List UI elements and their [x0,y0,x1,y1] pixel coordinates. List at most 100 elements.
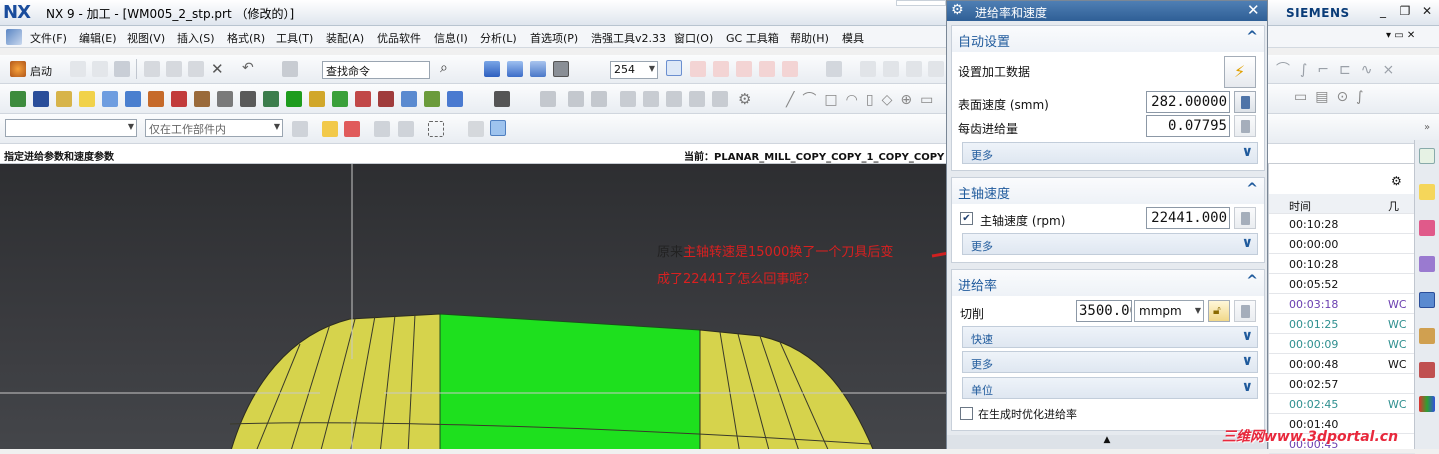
mdi-controls[interactable]: ▾ ▭ ✕ [1386,30,1415,41]
mfg-icon-18[interactable] [401,91,417,107]
menu-haoqiang[interactable]: 浩强工具v2.33 [591,30,666,46]
control-point-icon[interactable] [736,61,752,77]
select-settings-icon[interactable] [292,121,308,137]
table-row[interactable]: 00:10:28 [1269,254,1415,274]
dialog-collapse-bar[interactable]: ▲ [947,435,1267,449]
delete-icon[interactable]: ✕ [211,60,224,78]
find-command-input[interactable]: 查找命令 [322,61,430,79]
feature-icon-4[interactable] [906,61,922,77]
cut-feed-input[interactable]: 3500.0000 [1076,300,1132,322]
mfg-icon-17[interactable] [378,91,394,107]
mfg-icon-20[interactable] [447,91,463,107]
undo-icon[interactable]: ↶ [242,60,254,76]
surface-speed-calc-button[interactable] [1234,91,1256,113]
resource-tab-operation-icon[interactable] [1419,292,1435,308]
cut-icon[interactable] [144,61,160,77]
mfg-icon-7[interactable] [148,91,164,107]
table-row[interactable]: 00:01:25 WC [1269,314,1415,334]
rect-select-icon[interactable] [428,121,444,137]
gear-icon[interactable]: ⚙ [951,2,964,18]
search-icon[interactable]: ⌕ [440,60,448,76]
resource-tab-palette-icon[interactable] [1419,396,1435,412]
table-row[interactable]: 00:03:18 WC [1269,294,1415,314]
mfg-icon-8[interactable] [171,91,187,107]
table-row[interactable]: 00:02:45 WC [1269,394,1415,414]
spindle-speed-header[interactable]: 主轴速度 ^ [952,178,1264,204]
menu-window[interactable]: 窗口(O) [674,30,713,46]
mfg-icon-6[interactable] [125,91,141,107]
menu-youpin[interactable]: 优品软件 [377,30,421,46]
cube-view-icon[interactable] [530,61,546,77]
table-row[interactable]: 00:00:00 [1269,234,1415,254]
auto-settings-header[interactable]: 自动设置 ^ [952,26,1264,52]
print-icon[interactable] [494,91,510,107]
layer-icon[interactable] [568,91,584,107]
save-icon[interactable] [114,61,130,77]
menu-gc-toolbox[interactable]: GC 工具箱 [726,30,779,46]
spindle-speed-calc-button[interactable] [1234,207,1256,229]
open-file-icon[interactable] [92,61,108,77]
menu-file[interactable]: 文件(F) [30,30,67,46]
resource-tab-assembly-icon[interactable] [1419,184,1435,200]
table-row[interactable]: 00:00:09 WC [1269,334,1415,354]
table-row[interactable]: 00:10:28 [1269,214,1415,234]
gear-icon[interactable]: ⚙ [738,90,751,108]
mfg-icon-2[interactable] [33,91,49,107]
select-tool-icon[interactable] [374,121,390,137]
mfg-icon-19[interactable] [424,91,440,107]
surface-tools-icons[interactable]: ▭▤⊙∫ [1294,89,1371,105]
view-icon-3[interactable] [666,91,682,107]
feature-icon-2[interactable] [860,61,876,77]
center-point-icon[interactable] [782,61,798,77]
set-machining-data-button[interactable]: ⚡ [1224,56,1256,88]
toolbar-overflow-icon[interactable]: » [1424,122,1430,133]
display-icon[interactable] [468,121,484,137]
mfg-icon-14[interactable] [309,91,325,107]
spindle-more-expander[interactable]: 更多 ∨ [962,233,1258,255]
view-icon-1[interactable] [620,91,636,107]
intersection-icon[interactable] [759,61,775,77]
spindle-speed-input[interactable]: 22441.000 [1146,207,1230,229]
mfg-icon-15[interactable] [332,91,348,107]
mfg-icon-3[interactable] [56,91,72,107]
menu-analysis[interactable]: 分析(L) [480,30,517,46]
resource-tab-1-icon[interactable] [1419,148,1435,164]
feed-more-expander[interactable]: 更多 ∨ [962,351,1258,373]
start-icon[interactable] [10,61,26,77]
color-swatch-icon[interactable] [553,61,569,77]
resource-tab-roles-icon[interactable] [1419,362,1435,378]
table-row[interactable]: 00:00:48 WC [1269,354,1415,374]
menu-preferences[interactable]: 首选项(P) [530,30,578,46]
mfg-icon-13[interactable] [286,91,302,107]
mfg-icon-4[interactable] [79,91,95,107]
scope-select[interactable]: 仅在工作部件内 ▼ [145,119,283,137]
mfg-icon-11[interactable] [240,91,256,107]
table-row[interactable]: 00:02:57 [1269,374,1415,394]
app-menu-icon[interactable] [6,29,22,45]
feed-per-tooth-input[interactable]: 0.07795 [1146,115,1230,137]
resource-tab-part-icon[interactable] [1419,220,1435,236]
paste-icon[interactable] [188,61,204,77]
curve-tools-icons[interactable]: ╱⌒□◠▯◇⊕▭ [786,89,941,109]
shaded-cube-icon[interactable] [484,61,500,77]
feed-lock-button[interactable]: 🔓︎ [1208,300,1230,322]
view-icon-2[interactable] [643,91,659,107]
menu-tools[interactable]: 工具(T) [276,30,313,46]
menu-insert[interactable]: 插入(S) [177,30,215,46]
shade-toggle-icon[interactable] [490,120,506,136]
info-icon[interactable] [540,91,556,107]
zoom-select[interactable]: 254 ▼ [610,61,658,79]
rapid-expander[interactable]: 快速 ∨ [962,326,1258,348]
start-button[interactable]: 启动 [30,63,52,79]
mfg-icon-5[interactable] [102,91,118,107]
feature-icon-5[interactable] [928,61,944,77]
sketch-curve-icons[interactable]: ⌒∫⌐⊏∿⨯ [1276,59,1404,79]
menu-info[interactable]: 信息(I) [434,30,468,46]
select-filter-icon[interactable] [344,121,360,137]
cut-feed-calc-button[interactable] [1234,300,1256,322]
mfg-icon-9[interactable] [194,91,210,107]
mfg-icon-16[interactable] [355,91,371,107]
feed-per-tooth-calc-button[interactable] [1234,115,1256,137]
snap-point-icon[interactable] [666,60,682,76]
type-filter-select[interactable]: ▼ [5,119,137,137]
